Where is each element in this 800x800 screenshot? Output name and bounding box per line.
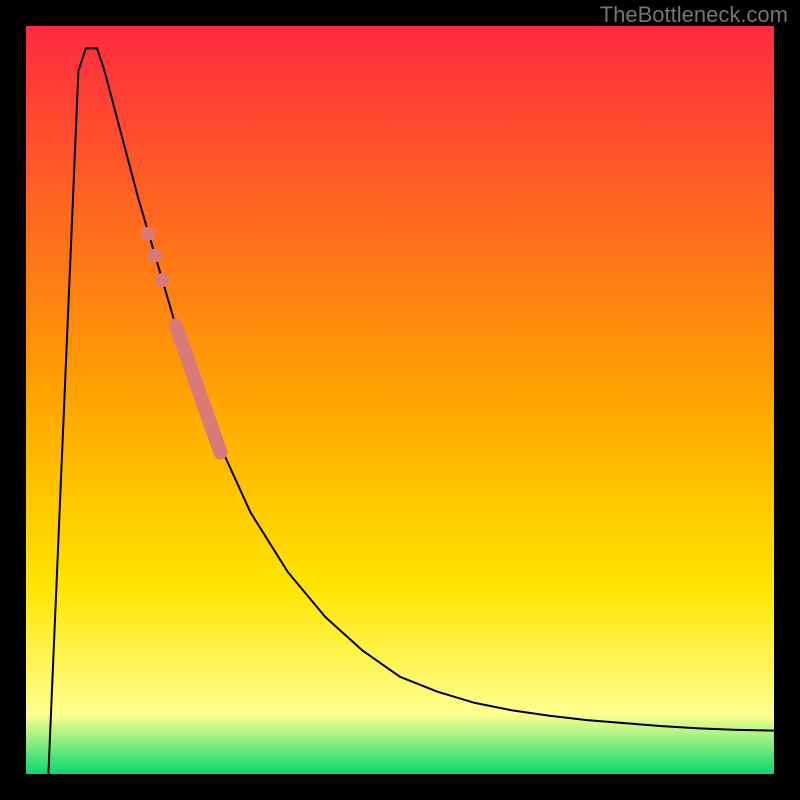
gradient-background	[26, 26, 774, 774]
series-highlight-dots-pt2	[141, 227, 155, 241]
bottleneck-chart: TheBottleneck.com	[0, 0, 800, 800]
series-highlight-dots-pt1	[148, 249, 162, 263]
plot-area	[13, 13, 787, 787]
series-highlight-dots-pt0	[155, 273, 169, 287]
watermark-text: TheBottleneck.com	[600, 2, 788, 28]
chart-svg	[0, 0, 800, 800]
